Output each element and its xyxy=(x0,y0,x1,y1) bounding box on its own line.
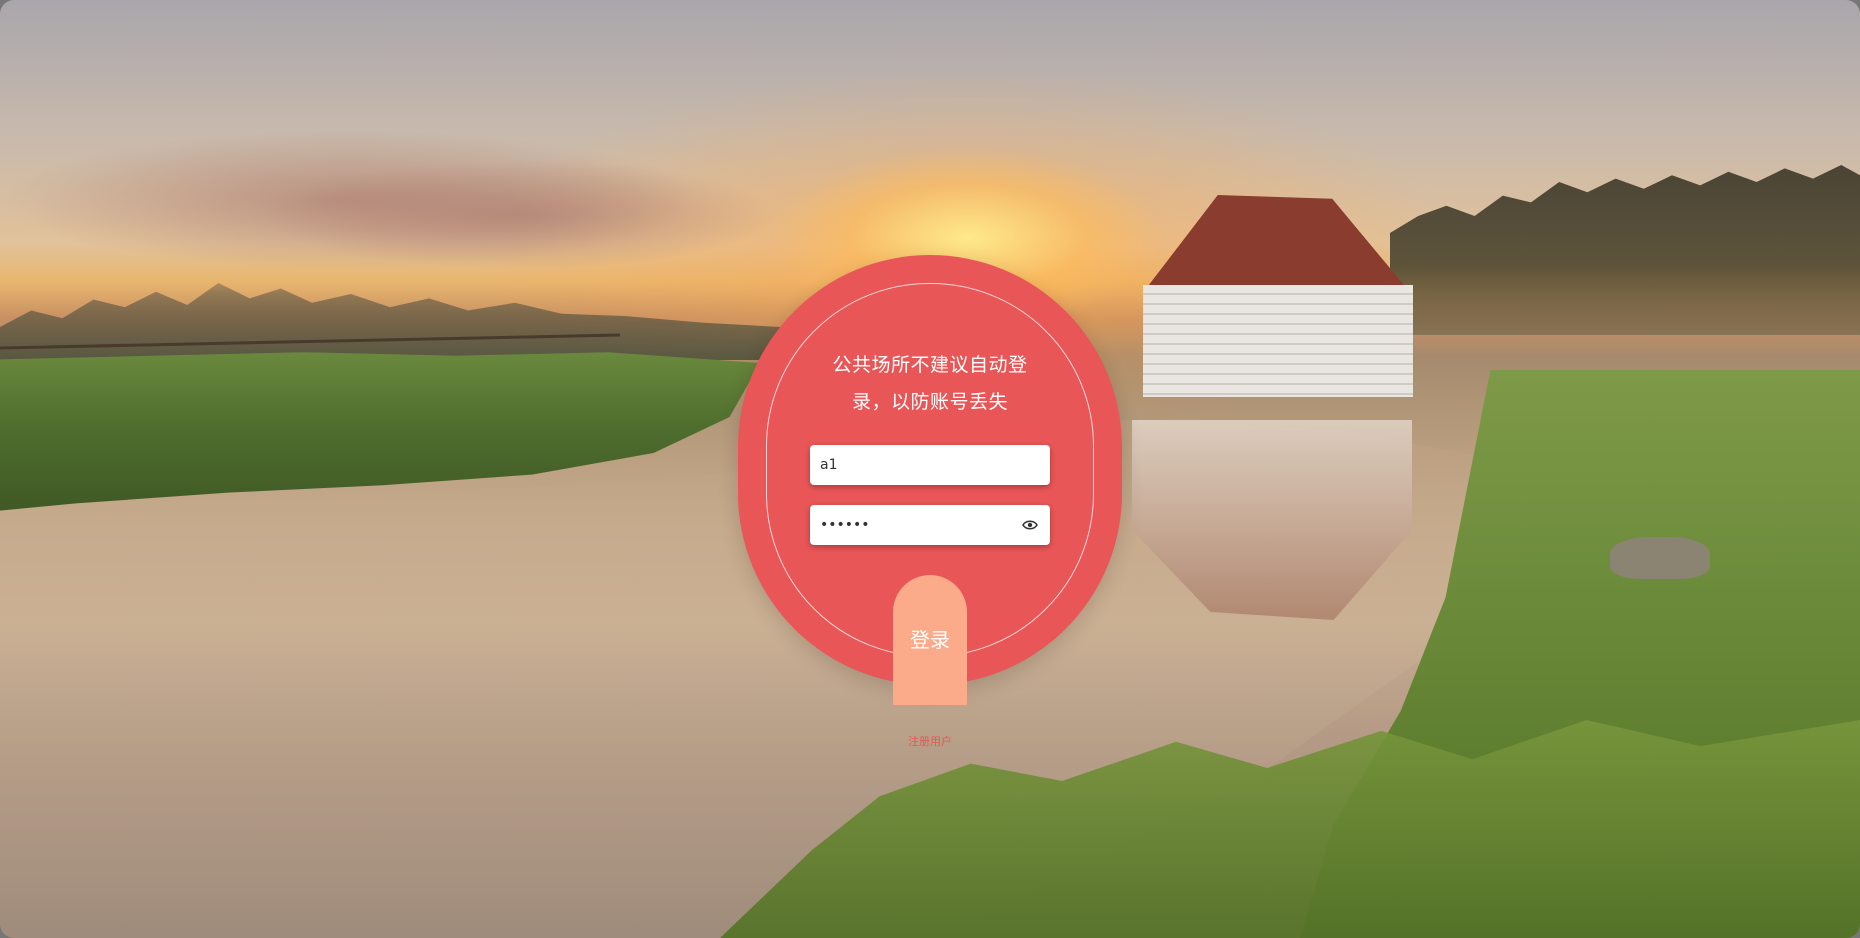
house-roof xyxy=(1145,195,1405,290)
register-link[interactable]: 注册用户 xyxy=(880,733,980,749)
house-wall xyxy=(1143,285,1413,397)
right-trees xyxy=(1390,165,1860,335)
security-tip: 公共场所不建议自动登录，以防账号丢失 xyxy=(832,354,1028,413)
password-field[interactable] xyxy=(810,505,1050,545)
login-button[interactable]: 登录 xyxy=(893,575,967,705)
eye-icon[interactable] xyxy=(1020,515,1040,535)
page-frame: 公共场所不建议自动登录，以防账号丢失 登录 注册用户 xyxy=(0,0,1860,938)
login-button-label: 登录 xyxy=(910,628,950,652)
rock xyxy=(1610,537,1710,579)
username-field[interactable] xyxy=(810,445,1050,485)
username-input[interactable] xyxy=(810,445,1050,485)
cloud xyxy=(260,160,780,270)
password-input[interactable] xyxy=(810,505,1020,545)
white-house xyxy=(1135,195,1415,400)
